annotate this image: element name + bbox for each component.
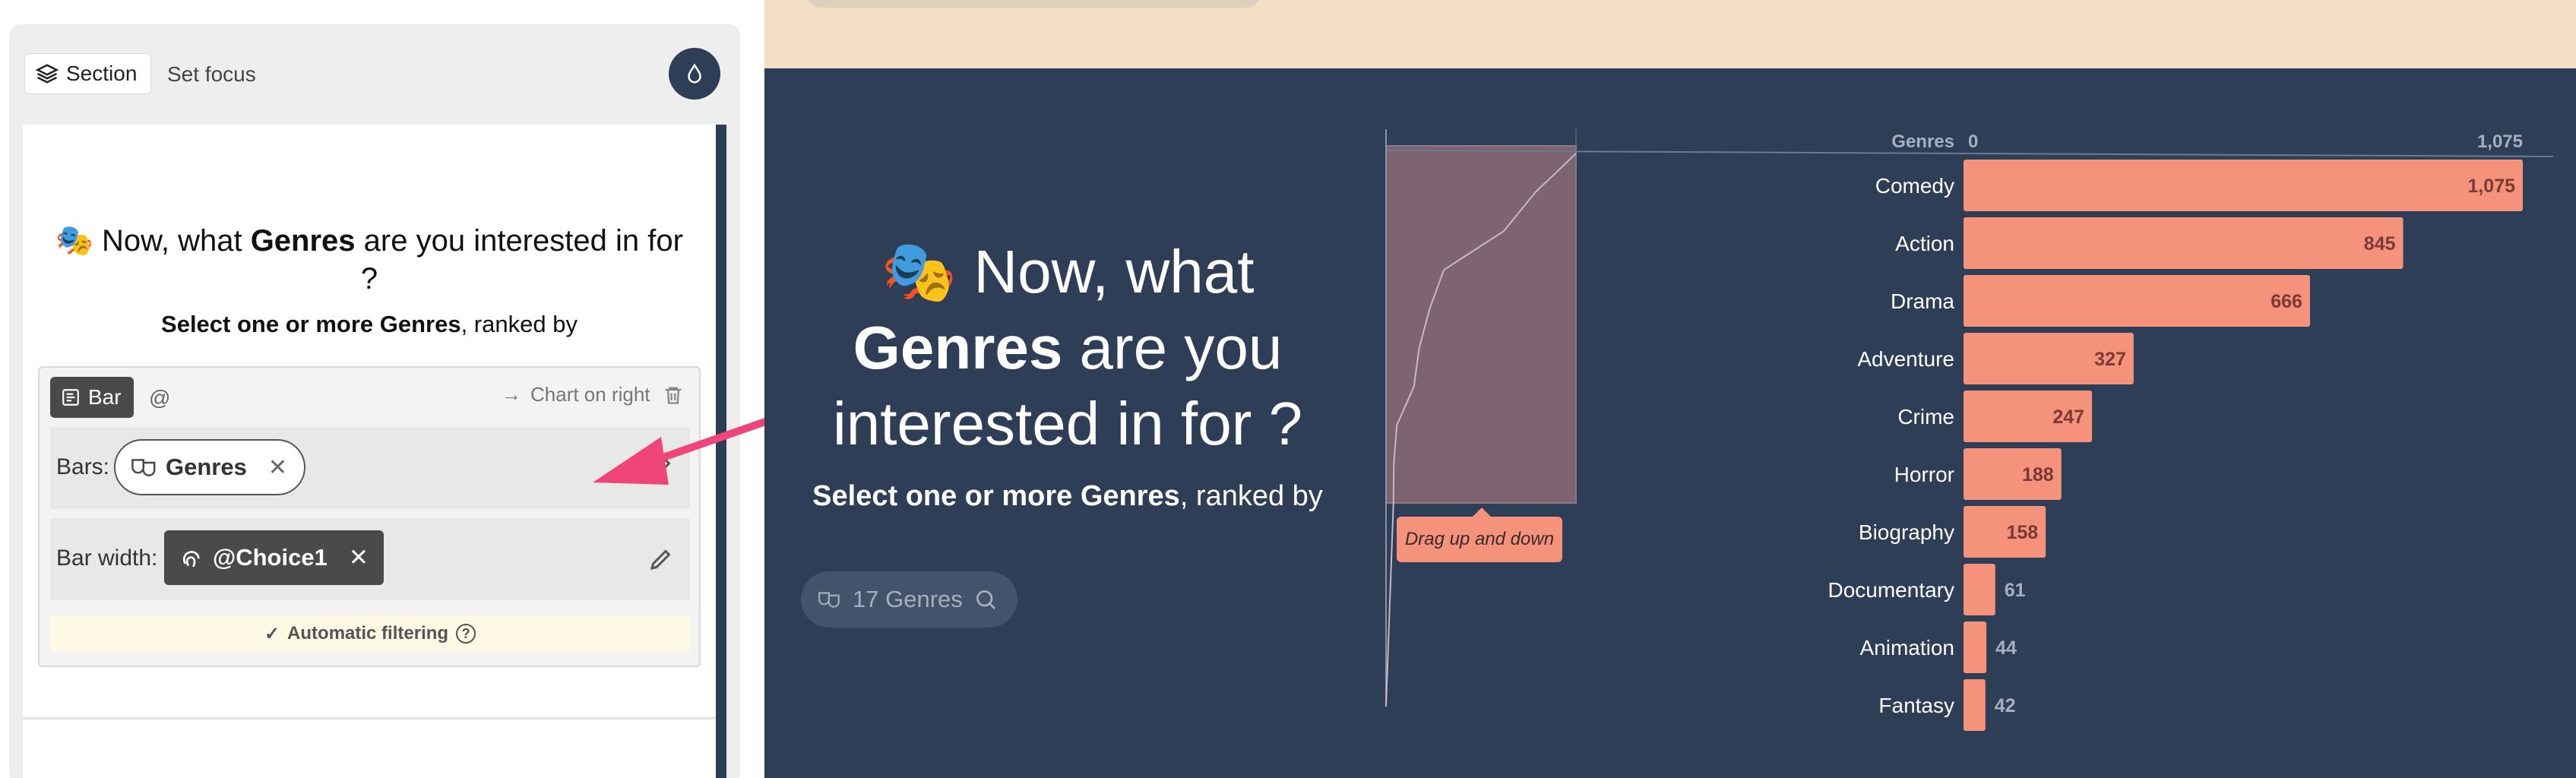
bar-chart-icon (62, 389, 79, 406)
help-icon[interactable]: ? (456, 624, 476, 644)
edit-pencil-icon[interactable] (647, 546, 675, 573)
editor-panel: Section Set focus 🎭 Now, what Genres are… (0, 0, 764, 778)
bar (1964, 679, 1986, 731)
data-label: 247 (2052, 406, 2084, 428)
genres-bar-chart: 0 1,075 Genres Comedy 1,075 Action 845 Drama 666… (1368, 114, 2568, 745)
bar (1964, 160, 2523, 211)
data-label: 327 (2094, 349, 2126, 370)
header-pill (805, 0, 1261, 8)
category-label: Drama (1891, 289, 1954, 313)
masks-icon (131, 459, 156, 476)
arrow-right-icon: → (502, 383, 521, 406)
axis-tick-label: 0 (1968, 131, 1978, 152)
theme-button[interactable] (669, 48, 720, 100)
bar-width-field-chip[interactable]: @Choice1 ✕ (164, 530, 384, 585)
genres-search-pill[interactable]: 17 Genres (801, 571, 1017, 628)
data-label: 158 (2006, 522, 2038, 543)
remove-icon[interactable]: ✕ (268, 454, 287, 481)
section-tab-label: Section (66, 62, 138, 85)
bar-width-label: Bar width: (56, 546, 158, 571)
bar (1964, 217, 2404, 269)
category-label: Biography (1859, 520, 1954, 544)
data-label: 666 (2271, 291, 2302, 312)
bar (1964, 621, 1987, 673)
drag-tooltip: Drag up and down (1397, 508, 1562, 562)
bar (1964, 564, 1995, 615)
fingerprint-icon (183, 551, 200, 568)
category-label: Crime (1897, 405, 1954, 429)
masks-icon (818, 592, 840, 608)
category-label: Adventure (1857, 347, 1954, 371)
data-label: 42 (1995, 695, 2016, 716)
layers-icon (36, 64, 59, 84)
automatic-filtering-note: ✓ Automatic filtering ? (50, 615, 690, 652)
editor-section-title: 🎭 Now, what Genres are you interested in… (55, 224, 683, 296)
theater-masks-icon: 🎭 (55, 224, 93, 258)
data-label: 61 (2005, 580, 2026, 601)
drop-icon (688, 63, 701, 84)
chart-type-button[interactable]: Bar (50, 377, 134, 418)
preview-header-band (764, 0, 2576, 68)
at-button[interactable]: @ (149, 386, 170, 410)
check-icon: ✓ (264, 623, 280, 644)
bar-width-row: Bar width: @Choice1 ✕ (50, 518, 690, 600)
set-focus-link[interactable]: Set focus (167, 62, 256, 87)
preview-title: 🎭 Now, what Genres are you interested in… (832, 238, 1303, 457)
section-tab[interactable]: Section (24, 53, 152, 94)
bars-field-chip[interactable]: Genres ✕ (114, 439, 305, 495)
data-label: 1,075 (2467, 176, 2515, 197)
category-label: Comedy (1875, 174, 1954, 198)
bars-label: Bars: (56, 454, 110, 479)
brush-window (1385, 145, 1577, 504)
category-label: Action (1895, 232, 1954, 255)
editor-section-subtitle: Select one or more Genres, ranked by (161, 311, 578, 337)
preview-subtitle: Select one or more Genres, ranked by (812, 480, 1323, 512)
theater-masks-icon: 🎭 (881, 238, 957, 305)
search-icon (976, 590, 995, 609)
category-label: Documentary (1828, 578, 1954, 602)
data-label: 188 (2022, 464, 2054, 485)
category-label: Horror (1894, 463, 1954, 486)
remove-icon[interactable]: ✕ (349, 544, 369, 571)
category-label: Animation (1859, 636, 1954, 659)
chart-svg: 0 1,075 Genres Comedy 1,075 Action 845 Drama 666… (1385, 129, 2554, 731)
bar (1964, 275, 2310, 327)
axis-title: Genres (1891, 131, 1954, 152)
data-label: 845 (2364, 233, 2396, 255)
data-label: 44 (1995, 637, 2017, 659)
divider (23, 717, 716, 719)
category-label: Fantasy (1878, 694, 1954, 717)
axis-tick-label: 1,075 (2477, 131, 2523, 152)
